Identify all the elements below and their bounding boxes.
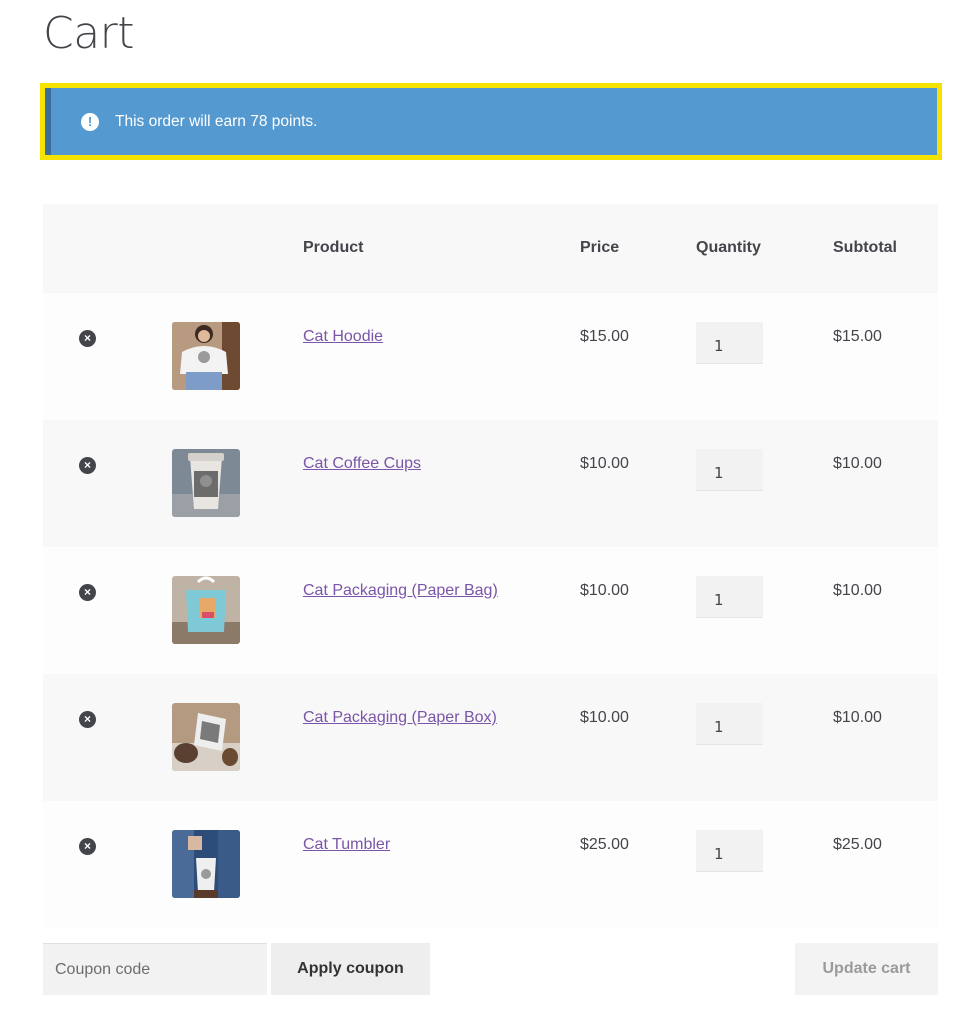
- table-row: × Cat Packaging (Paper Box) $10.00 $10.0…: [43, 674, 938, 801]
- cart-table: Product Price Quantity Subtotal × Cat Ho…: [43, 204, 938, 928]
- item-subtotal: $10.00: [833, 455, 882, 472]
- product-link[interactable]: Cat Packaging (Paper Bag): [303, 582, 498, 600]
- item-subtotal: $10.00: [833, 709, 882, 726]
- item-price: $15.00: [580, 328, 629, 345]
- tumbler-thumbnail[interactable]: [172, 830, 240, 898]
- quantity-input[interactable]: [696, 703, 763, 745]
- header-price: Price: [580, 239, 620, 256]
- remove-item-icon[interactable]: ×: [79, 584, 96, 601]
- item-subtotal: $10.00: [833, 582, 882, 599]
- product-link[interactable]: Cat Coffee Cups: [303, 455, 421, 473]
- header-subtotal: Subtotal: [833, 239, 897, 256]
- product-link[interactable]: Cat Tumbler: [303, 836, 390, 854]
- page-title: Cart: [43, 8, 135, 59]
- item-subtotal: $25.00: [833, 836, 882, 853]
- table-row: × Cat Tumbler $25.00 $25.00: [43, 801, 938, 928]
- quantity-input[interactable]: [696, 449, 763, 491]
- table-header: Product Price Quantity Subtotal: [43, 204, 938, 293]
- remove-item-icon[interactable]: ×: [79, 330, 96, 347]
- table-row: × Cat Hoodie $15.00 $15.00: [43, 293, 938, 420]
- coupon-code-input[interactable]: [43, 943, 267, 995]
- quantity-input[interactable]: [696, 830, 763, 872]
- quantity-input[interactable]: [696, 576, 763, 618]
- table-row: × Cat Packaging (Paper Bag) $10.00 $10.0…: [43, 547, 938, 674]
- item-price: $25.00: [580, 836, 629, 853]
- update-cart-button[interactable]: Update cart: [795, 943, 938, 995]
- cart-actions: Apply coupon Update cart: [43, 943, 938, 995]
- remove-item-icon[interactable]: ×: [79, 711, 96, 728]
- remove-item-icon[interactable]: ×: [79, 838, 96, 855]
- paper-bag-thumbnail[interactable]: [172, 576, 240, 644]
- notice-text: This order will earn 78 points.: [115, 112, 318, 130]
- hoodie-thumbnail[interactable]: [172, 322, 240, 390]
- paper-box-thumbnail[interactable]: [172, 703, 240, 771]
- item-price: $10.00: [580, 709, 629, 726]
- quantity-input[interactable]: [696, 322, 763, 364]
- coffee-cup-thumbnail[interactable]: [172, 449, 240, 517]
- header-quantity: Quantity: [696, 239, 761, 256]
- remove-item-icon[interactable]: ×: [79, 457, 96, 474]
- apply-coupon-button[interactable]: Apply coupon: [271, 943, 430, 995]
- points-notice: ! This order will earn 78 points.: [45, 88, 937, 155]
- item-price: $10.00: [580, 455, 629, 472]
- info-icon: !: [81, 112, 99, 131]
- product-link[interactable]: Cat Packaging (Paper Box): [303, 709, 497, 727]
- header-product: Product: [303, 239, 364, 256]
- item-subtotal: $15.00: [833, 328, 882, 345]
- item-price: $10.00: [580, 582, 629, 599]
- product-link[interactable]: Cat Hoodie: [303, 328, 383, 346]
- table-row: × Cat Coffee Cups $10.00 $10.00: [43, 420, 938, 547]
